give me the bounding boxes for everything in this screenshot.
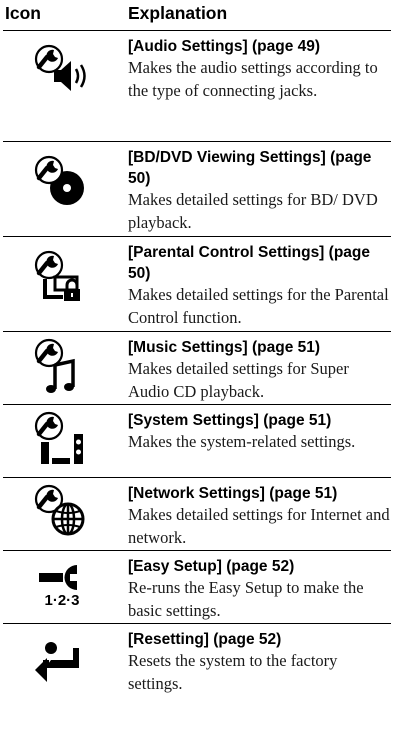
table-row: [Audio Settings] (page 49) Makes the aud… <box>3 31 391 142</box>
row-description: Makes the system-related settings. <box>128 432 356 451</box>
row-description: Resets the system to the factory setting… <box>128 651 338 693</box>
row-description: Re-runs the Easy Setup to make the basic… <box>128 578 364 620</box>
table-row: [BD/DVD Viewing Settings] (page 50) Make… <box>3 142 391 237</box>
settings-table: Icon Explanation [Audio Settings] (page … <box>3 0 391 696</box>
table-header: Icon Explanation <box>3 0 391 31</box>
bd-dvd-settings-icon <box>33 156 84 205</box>
row-title: [Network Settings] (page 51) <box>128 485 338 502</box>
row-title: [Music Settings] (page 51) <box>128 339 321 356</box>
parental-control-icon <box>33 251 80 301</box>
table-row: [Music Settings] (page 51) Makes detaile… <box>3 332 391 405</box>
system-settings-icon <box>33 412 83 464</box>
row-title: [BD/DVD Viewing Settings] (page 50) <box>128 149 372 187</box>
table-row: [System Settings] (page 51) Makes the sy… <box>3 405 391 478</box>
icon-column-header: Icon <box>5 3 41 23</box>
row-title: [Easy Setup] (page 52) <box>128 558 295 575</box>
row-title: [System Settings] (page 51) <box>128 412 332 429</box>
music-settings-icon <box>33 339 75 393</box>
row-description: Makes the audio settings according to th… <box>128 58 378 100</box>
explanation-column-header: Explanation <box>128 3 228 23</box>
table-row: [Resetting] (page 52) Resets the system … <box>3 624 391 696</box>
row-title: [Audio Settings] (page 49) <box>128 38 321 55</box>
table-row: [Network Settings] (page 51) Makes detai… <box>3 478 391 551</box>
easy-setup-icon: 1·2·3 <box>39 565 80 609</box>
table-row: 1·2·3 [Easy Setup] (page 52) Re-runs the… <box>3 551 391 624</box>
row-title: [Parental Control Settings] (page 50) <box>128 244 370 282</box>
resetting-icon <box>35 642 79 682</box>
row-description: Makes detailed settings for the Parental… <box>128 285 389 327</box>
row-description: Makes detailed settings for BD/ DVD play… <box>128 190 378 232</box>
row-description: Makes detailed settings for Super Audio … <box>128 359 349 401</box>
audio-settings-icon <box>33 45 86 91</box>
network-settings-icon <box>33 485 85 536</box>
row-title: [Resetting] (page 52) <box>128 631 282 648</box>
table-row: [Parental Control Settings] (page 50) Ma… <box>3 237 391 332</box>
row-description: Makes detailed settings for Internet and… <box>128 505 390 547</box>
easy-setup-icon-label: 1·2·3 <box>44 592 79 609</box>
